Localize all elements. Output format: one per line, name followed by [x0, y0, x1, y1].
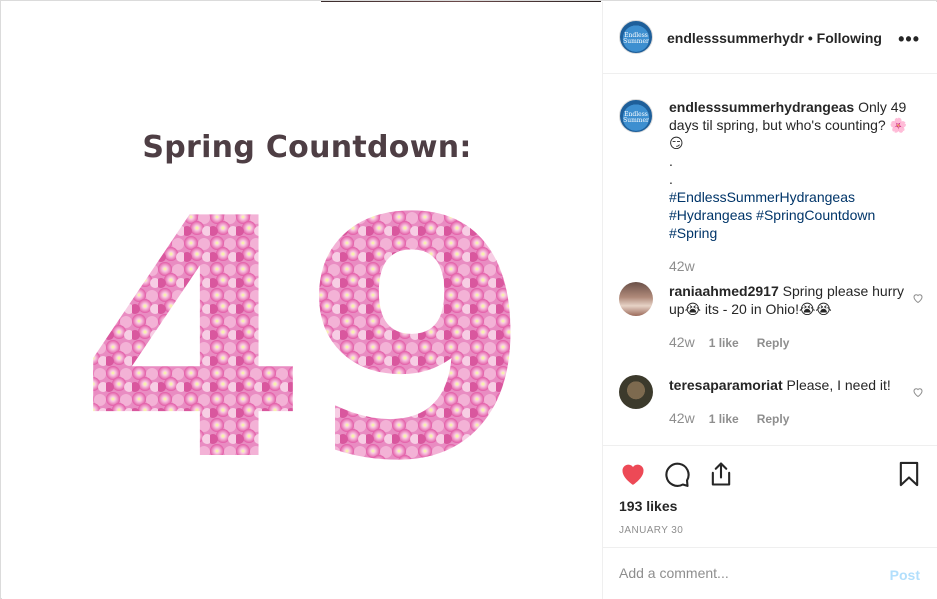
following-button[interactable]: Following [817, 30, 882, 46]
reply-button[interactable]: Reply [757, 336, 790, 350]
author-line: endlesssummerhydr • Following [667, 30, 882, 46]
comment-meta: 42w 1 like Reply [669, 410, 789, 426]
comment-likes[interactable]: 1 like [709, 336, 739, 350]
heart-filled-icon[interactable] [619, 460, 647, 488]
author-avatar[interactable]: Endless Summer [619, 20, 653, 54]
comment-composer: Post [603, 547, 937, 599]
avatar-logo-text: Endless Summer [623, 31, 649, 45]
countdown-number: 49 [78, 149, 525, 533]
hashtag-link[interactable]: #EndlessSummerHydrangeas [669, 188, 919, 206]
post-sidebar: Endless Summer endlesssummerhydr • Follo… [602, 2, 937, 599]
caption-dot-1: . [669, 153, 673, 169]
commenter-avatar[interactable] [619, 375, 653, 409]
reply-button[interactable]: Reply [757, 412, 790, 426]
comment-username[interactable]: teresaparamoriat [669, 377, 783, 393]
caption-avatar[interactable]: Endless Summer [619, 99, 653, 133]
comment-age[interactable]: 42w [669, 410, 695, 426]
comment-text: Please, I need it! [786, 377, 891, 393]
share-icon[interactable] [707, 460, 735, 488]
commenter-avatar[interactable] [619, 282, 653, 316]
post-header: Endless Summer endlesssummerhydr • Follo… [603, 2, 937, 74]
comment-likes[interactable]: 1 like [709, 412, 739, 426]
hashtag-link[interactable]: #Hydrangeas #SpringCountdown [669, 206, 919, 224]
comment-like-icon[interactable] [912, 292, 924, 304]
comment-username[interactable]: raniaahmed2917 [669, 283, 779, 299]
comment: teresaparamoriat Please, I need it! [669, 376, 919, 394]
post-image[interactable]: Spring Countdown: 49 [2, 2, 602, 599]
caption-dot-2: . [669, 171, 673, 187]
caption-username[interactable]: endlesssummerhydrangeas [669, 99, 854, 115]
post-date[interactable]: JANUARY 30 [619, 525, 683, 536]
comment: raniaahmed2917 Spring please hurry up😭 i… [669, 282, 919, 318]
more-options-icon[interactable]: ••• [898, 29, 920, 50]
post-dialog: Spring Countdown: 49 Endless Summer endl… [0, 0, 937, 599]
header-separator: • [807, 30, 813, 46]
comment-age[interactable]: 42w [669, 334, 695, 350]
caption-meta: 42w [669, 258, 709, 274]
comments-list: Endless Summer endlesssummerhydrangeas O… [603, 75, 937, 445]
bookmark-icon[interactable] [895, 460, 923, 488]
hashtag-link[interactable]: #Spring [669, 224, 919, 242]
comment-meta: 42w 1 like Reply [669, 334, 789, 350]
caption-avatar-text: Endless Summer [623, 110, 649, 124]
caption-age[interactable]: 42w [669, 258, 695, 274]
likes-count[interactable]: 193 likes [619, 498, 677, 514]
comment-icon[interactable] [663, 460, 691, 488]
flower-number-graphic: 49 [78, 149, 531, 533]
comment-like-icon[interactable] [912, 386, 924, 398]
caption: endlesssummerhydrangeas Only 49 days til… [669, 98, 919, 242]
post-actions: 193 likes JANUARY 30 [603, 445, 937, 547]
post-comment-button[interactable]: Post [890, 567, 920, 583]
comment-input[interactable] [619, 565, 869, 581]
author-username[interactable]: endlesssummerhydr [667, 30, 804, 46]
